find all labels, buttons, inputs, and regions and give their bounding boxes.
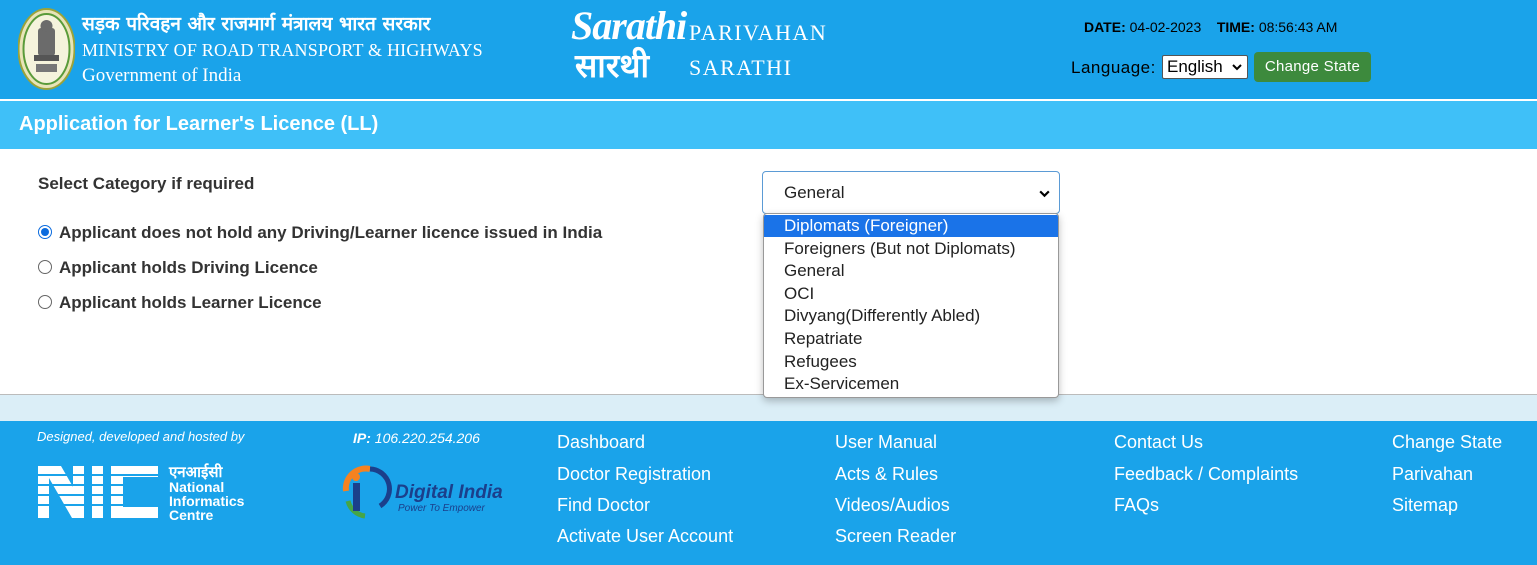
designed-by-text: Designed, developed and hosted by: [37, 429, 245, 444]
radio-label: Applicant holds Driving Licence: [59, 258, 318, 277]
footer-link-videos-audios[interactable]: Videos/Audios: [835, 495, 950, 516]
footer-link-feedback[interactable]: Feedback / Complaints: [1114, 464, 1298, 485]
dropdown-option[interactable]: OCI: [764, 283, 1058, 305]
national-emblem-icon: [18, 8, 75, 90]
ip-address: IP: 106.220.254.206: [353, 430, 480, 446]
footer-link-screen-reader[interactable]: Screen Reader: [835, 526, 956, 547]
footer-link-doctor-registration[interactable]: Doctor Registration: [557, 464, 711, 485]
time-label: TIME:: [1216, 19, 1255, 35]
ministry-name-hindi: सड़क परिवहन और राजमार्ग मंत्रालय भारत सर…: [82, 13, 431, 35]
ip-value: 106.220.254.206: [374, 430, 480, 446]
footer-link-faqs[interactable]: FAQs: [1114, 495, 1159, 516]
government-of-india: Government of India: [82, 65, 242, 86]
sarathi-logo-hindi: सारथी: [575, 46, 649, 85]
footer-link-user-manual[interactable]: User Manual: [835, 432, 937, 453]
language-value: English: [1167, 57, 1223, 76]
dropdown-option[interactable]: Divyang(Differently Abled): [764, 305, 1058, 327]
footer-link-parivahan[interactable]: Parivahan: [1392, 464, 1473, 485]
chevron-down-icon: [1232, 64, 1242, 71]
page-title: Application for Learner's Licence (LL): [19, 113, 379, 135]
category-label: Select Category if required: [38, 174, 255, 193]
digital-india-logo: Digital India Power To Empower: [342, 465, 503, 519]
footer-link-change-state[interactable]: Change State: [1392, 432, 1502, 453]
nic-name-line3: Centre: [169, 507, 214, 523]
footer-link-activate-account[interactable]: Activate User Account: [557, 526, 733, 547]
dropdown-option[interactable]: Ex-Servicemen: [764, 373, 1058, 395]
chevron-down-icon: [1039, 190, 1050, 198]
language-label: Language:: [1071, 58, 1156, 77]
category-selected-value: General: [784, 183, 845, 202]
site-header: सड़क परिवहन और राजमार्ग मंत्रालय भारत सर…: [0, 0, 1537, 99]
brand-sarathi: SARATHI: [689, 55, 793, 80]
radio-label: Applicant does not hold any Driving/Lear…: [59, 223, 603, 242]
footer-link-acts-rules[interactable]: Acts & Rules: [835, 464, 938, 485]
brand-parivahan: PARIVAHAN: [689, 20, 828, 45]
date-time: DATE: 04-02-2023 TIME: 08:56:43 AM: [1084, 19, 1337, 35]
dropdown-option[interactable]: Foreigners (But not Diplomats): [764, 238, 1058, 260]
ip-label: IP:: [353, 430, 371, 446]
change-state-button[interactable]: Change State: [1254, 52, 1371, 82]
radio-button-checked[interactable]: [38, 225, 52, 239]
dropdown-option[interactable]: General: [764, 260, 1058, 282]
date-value: 04-02-2023: [1129, 19, 1202, 35]
footer-link-find-doctor[interactable]: Find Doctor: [557, 495, 650, 516]
category-select[interactable]: General: [762, 171, 1060, 214]
site-footer: Designed, developed and hosted by एनआईसी…: [0, 421, 1537, 565]
footer-link-dashboard[interactable]: Dashboard: [557, 432, 645, 453]
dropdown-option[interactable]: Refugees: [764, 351, 1058, 373]
radio-label: Applicant holds Learner Licence: [59, 293, 322, 312]
language-select[interactable]: English: [1162, 55, 1248, 79]
digital-india-tagline: Power To Empower: [398, 503, 486, 514]
ministry-name-english: MINISTRY OF ROAD TRANSPORT & HIGHWAYS: [82, 40, 483, 60]
radio-button[interactable]: [38, 260, 52, 274]
radio-button[interactable]: [38, 295, 52, 309]
dropdown-option[interactable]: Repatriate: [764, 328, 1058, 350]
category-dropdown-list: Diplomats (Foreigner) Foreigners (But no…: [763, 213, 1059, 398]
time-value: 08:56:43 AM: [1258, 19, 1338, 35]
footer-link-sitemap[interactable]: Sitemap: [1392, 495, 1458, 516]
date-label: DATE:: [1084, 19, 1126, 35]
footer-link-contact-us[interactable]: Contact Us: [1114, 432, 1203, 453]
digital-india-title: Digital India: [395, 482, 503, 503]
page-title-bar: Application for Learner's Licence (LL): [0, 99, 1537, 149]
nic-logo: एनआईसी National Informatics Centre: [36, 463, 245, 523]
dropdown-option[interactable]: Diplomats (Foreigner): [764, 215, 1058, 237]
